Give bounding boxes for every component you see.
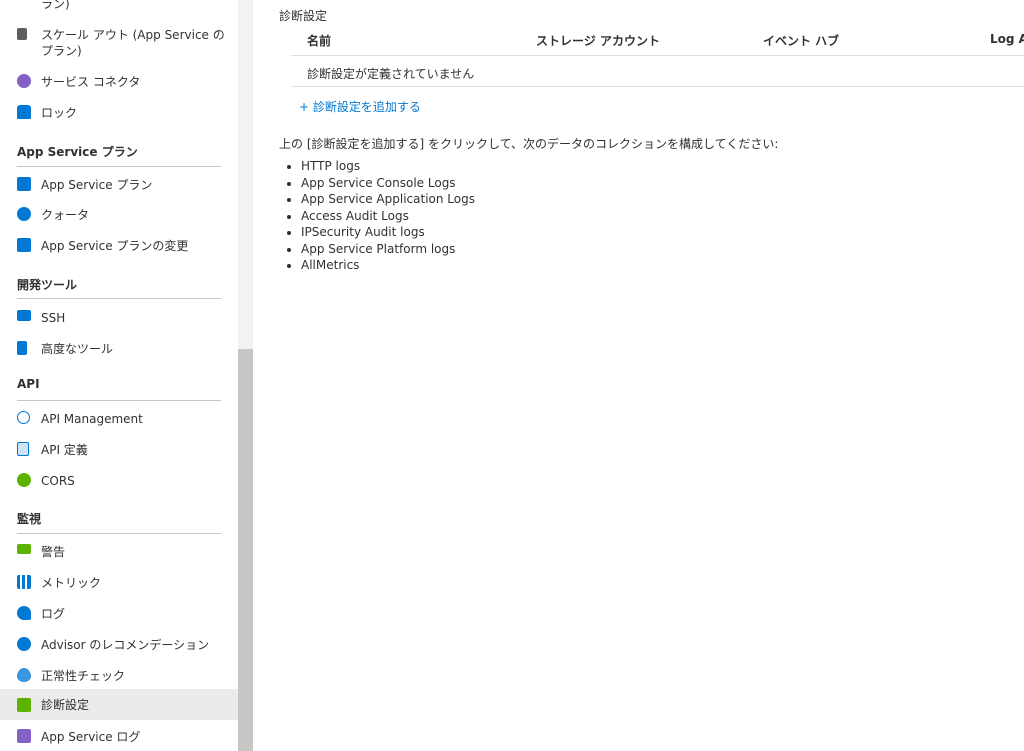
table-row-divider <box>291 86 1024 87</box>
sidebar-item-cors[interactable]: CORS <box>0 469 238 493</box>
sidebar-item-label: ラン) <box>41 0 70 11</box>
sidebar-item-health-check[interactable]: 正常性チェック <box>0 664 238 688</box>
sidebar-item-scale-up-tail[interactable]: ラン) <box>0 0 238 16</box>
ssh-icon <box>17 310 31 321</box>
api-definition-icon <box>17 442 29 456</box>
sidebar-scrollbar-thumb[interactable] <box>238 349 253 751</box>
list-item: AllMetrics <box>301 257 475 274</box>
sidebar-item-label: App Service プランの変更 <box>41 239 189 253</box>
sidebar-item-label: 警告 <box>41 545 66 559</box>
section-title: 診断設定 <box>279 9 328 23</box>
sidebar-item-ssh[interactable]: SSH <box>0 306 238 330</box>
sidebar-item-logs[interactable]: ログ <box>0 602 238 626</box>
list-item: HTTP logs <box>301 158 475 175</box>
app-service-plan-icon <box>17 177 31 191</box>
logs-icon <box>17 606 31 620</box>
sidebar-item-label: メトリック <box>41 576 102 590</box>
column-header-storage-account: ストレージ アカウント <box>536 34 660 48</box>
sidebar-item-label: API 定義 <box>41 443 88 457</box>
sidebar-item-alerts[interactable]: 警告 <box>0 540 238 564</box>
list-item: IPSecurity Audit logs <box>301 224 475 241</box>
sidebar-item-label: ロック <box>41 106 78 120</box>
alerts-icon <box>17 544 31 554</box>
change-plan-icon <box>17 238 31 252</box>
service-connector-icon <box>17 74 31 88</box>
section-divider <box>17 298 221 299</box>
column-header-name: 名前 <box>307 34 332 48</box>
sidebar-item-label: クォータ <box>41 208 90 222</box>
instruction-text: 上の [診断設定を追加する] をクリックして、次のデータのコレクションを構成して… <box>279 137 779 151</box>
sidebar-item-label: サービス コネクタ <box>41 75 141 89</box>
health-check-icon <box>17 668 31 682</box>
sidebar-item-label: SSH <box>41 311 66 325</box>
advisor-icon <box>17 637 31 651</box>
sidebar-item-scale-out[interactable]: スケール アウト (App Service の プラン) <box>0 24 238 64</box>
quota-icon <box>17 207 31 221</box>
section-divider <box>17 400 221 401</box>
sidebar-item-label: API Management <box>41 412 143 426</box>
section-divider <box>17 166 221 167</box>
empty-state-text: 診断設定が定義されていません <box>307 67 475 81</box>
sidebar-item-quota[interactable]: クォータ <box>0 203 238 227</box>
sidebar-item-advanced-tools[interactable]: 高度なツール <box>0 337 238 361</box>
sidebar-item-app-service-logs[interactable]: App Service ログ <box>0 725 238 749</box>
add-diagnostic-setting-link[interactable]: + 診断設定を追加する <box>299 98 421 115</box>
diagnostic-settings-icon <box>17 698 31 712</box>
section-header-dev-tools: 開発ツール <box>17 278 78 292</box>
sidebar-item-label: App Service ログ <box>41 730 141 744</box>
sidebar-item-lock[interactable]: ロック <box>0 101 238 125</box>
section-divider <box>17 533 221 534</box>
sidebar-item-label: Advisor のレコメンデーション <box>41 638 210 652</box>
sidebar-item-label: CORS <box>41 474 75 488</box>
main-content: 診断設定 名前 ストレージ アカウント イベント ハブ Log A 診断設定が定… <box>253 0 1024 751</box>
section-header-app-service-plan: App Service プラン <box>17 145 138 159</box>
sidebar-item-label: ログ <box>41 607 66 621</box>
metrics-icon <box>17 575 31 589</box>
sidebar-item-label-line2: プラン) <box>41 44 82 58</box>
log-category-list: HTTP logs App Service Console Logs App S… <box>285 158 475 274</box>
column-header-log-analytics: Log A <box>990 32 1024 46</box>
sidebar-item-api-definition[interactable]: API 定義 <box>0 438 238 462</box>
column-header-event-hub: イベント ハブ <box>763 34 840 48</box>
resource-menu: ラン) スケール アウト (App Service の プラン) サービス コネ… <box>0 0 238 751</box>
list-item: App Service Console Logs <box>301 175 475 192</box>
sidebar-item-diagnostic-settings[interactable]: 診断設定 <box>0 689 238 720</box>
list-item: App Service Platform logs <box>301 241 475 258</box>
api-management-icon <box>17 411 30 424</box>
list-item: Access Audit Logs <box>301 208 475 225</box>
cors-icon <box>17 473 31 487</box>
sidebar-item-change-plan[interactable]: App Service プランの変更 <box>0 234 238 258</box>
advanced-tools-icon <box>17 341 27 355</box>
section-header-monitoring: 監視 <box>17 512 42 526</box>
sidebar-item-label: App Service プラン <box>41 178 153 192</box>
sidebar-item-metrics[interactable]: メトリック <box>0 571 238 595</box>
sidebar-item-label: 高度なツール <box>41 342 114 356</box>
scale-out-icon <box>17 28 27 40</box>
list-item: App Service Application Logs <box>301 191 475 208</box>
sidebar-item-label: 正常性チェック <box>41 669 126 683</box>
table-header-divider <box>291 55 1024 56</box>
section-header-api: API <box>17 377 40 391</box>
sidebar-item-label: 診断設定 <box>41 698 90 712</box>
sidebar-item-advisor[interactable]: Advisor のレコメンデーション <box>0 633 238 657</box>
app-service-logs-icon <box>17 729 31 743</box>
sidebar-item-service-connector[interactable]: サービス コネクタ <box>0 70 238 94</box>
lock-icon <box>17 105 31 119</box>
sidebar-item-api-management[interactable]: API Management <box>0 407 238 431</box>
sidebar-item-label: スケール アウト (App Service の <box>41 28 225 42</box>
sidebar-item-app-service-plan[interactable]: App Service プラン <box>0 172 238 196</box>
